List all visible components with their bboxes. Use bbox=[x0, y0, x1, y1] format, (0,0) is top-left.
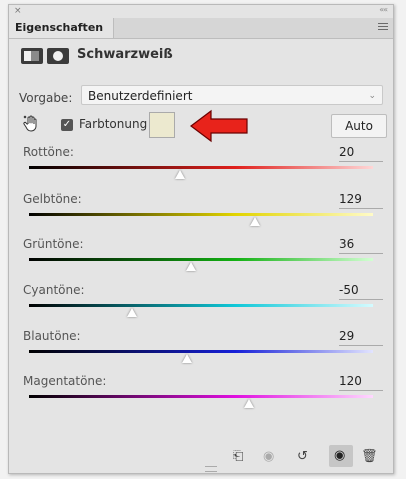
slider-label: Cyantöne: bbox=[23, 283, 85, 297]
panel-tab-bar: Eigenschaften bbox=[9, 18, 393, 39]
slider-label: Rottöne: bbox=[23, 145, 74, 159]
slider-row: Blautöne: 29 bbox=[23, 329, 387, 373]
slider-label: Grüntöne: bbox=[23, 237, 84, 251]
slider-track[interactable] bbox=[29, 395, 373, 398]
slider-thumb[interactable] bbox=[244, 399, 255, 408]
slider-label: Gelbtöne: bbox=[23, 192, 82, 206]
clip-to-layer-icon[interactable]: ⎗ bbox=[233, 449, 243, 464]
slider-row: Gelbtöne: 129 bbox=[23, 192, 387, 236]
slider-value-field[interactable]: 129 bbox=[339, 192, 383, 209]
slider-value-field[interactable]: 20 bbox=[339, 145, 383, 162]
targeted-adjustment-hand-icon[interactable] bbox=[23, 115, 39, 133]
slider-thumb[interactable] bbox=[186, 262, 197, 271]
preset-label: Vorgabe: bbox=[19, 91, 73, 105]
slider-track[interactable] bbox=[29, 166, 373, 169]
slider-value-field[interactable]: 29 bbox=[339, 329, 383, 346]
resize-grip[interactable] bbox=[205, 466, 217, 472]
slider-row: Cyantöne: -50 bbox=[23, 283, 387, 327]
panel-bottom-toolbar: ⎗ ◉ ↺ ◉ 🗑 bbox=[9, 441, 393, 473]
slider-thumb[interactable] bbox=[250, 217, 261, 226]
trash-icon[interactable]: 🗑 bbox=[361, 449, 378, 464]
properties-panel: × «« Eigenschaften Schwarzweiß Vorgabe: … bbox=[8, 4, 394, 474]
preset-value: Benutzerdefiniert bbox=[88, 89, 193, 103]
slider-thumb[interactable] bbox=[181, 354, 192, 363]
slider-track[interactable] bbox=[29, 304, 373, 307]
red-arrow-annotation-icon bbox=[190, 109, 248, 143]
close-icon[interactable]: × bbox=[14, 6, 22, 16]
preset-dropdown[interactable]: Benutzerdefiniert ⌄ bbox=[81, 85, 383, 105]
slider-value-field[interactable]: 120 bbox=[339, 374, 383, 391]
slider-track[interactable] bbox=[29, 350, 373, 353]
reset-icon[interactable]: ↺ bbox=[297, 449, 308, 464]
slider-label: Magentatöne: bbox=[23, 374, 107, 388]
collapse-icon[interactable]: «« bbox=[379, 5, 388, 14]
tint-color-swatch[interactable] bbox=[149, 112, 175, 138]
tab-properties[interactable]: Eigenschaften bbox=[9, 18, 115, 38]
slider-value-field[interactable]: -50 bbox=[339, 283, 383, 300]
slider-row: Rottöne: 20 bbox=[23, 145, 387, 189]
tint-checkbox[interactable]: ✓ bbox=[61, 119, 73, 131]
slider-label: Blautöne: bbox=[23, 329, 81, 343]
slider-row: Grüntöne: 36 bbox=[23, 237, 387, 281]
adjustment-title: Schwarzweiß bbox=[77, 47, 173, 62]
view-previous-icon[interactable]: ◉ bbox=[263, 449, 274, 464]
slider-thumb[interactable] bbox=[127, 308, 138, 317]
layer-mask-icon[interactable] bbox=[47, 48, 69, 64]
tint-label: Farbtonung bbox=[79, 117, 148, 131]
auto-button[interactable]: Auto bbox=[331, 114, 387, 138]
panel-menu-icon[interactable] bbox=[378, 23, 388, 32]
slider-row: Magentatöne: 120 bbox=[23, 374, 387, 418]
black-white-adjustment-icon[interactable] bbox=[21, 48, 43, 64]
visibility-eye-icon: ◉ bbox=[334, 448, 346, 463]
chevron-down-icon: ⌄ bbox=[368, 91, 376, 101]
visibility-toggle[interactable]: ◉ bbox=[329, 445, 353, 467]
slider-track[interactable] bbox=[29, 258, 373, 261]
slider-value-field[interactable]: 36 bbox=[339, 237, 383, 254]
slider-track[interactable] bbox=[29, 213, 373, 216]
slider-thumb[interactable] bbox=[175, 170, 186, 179]
